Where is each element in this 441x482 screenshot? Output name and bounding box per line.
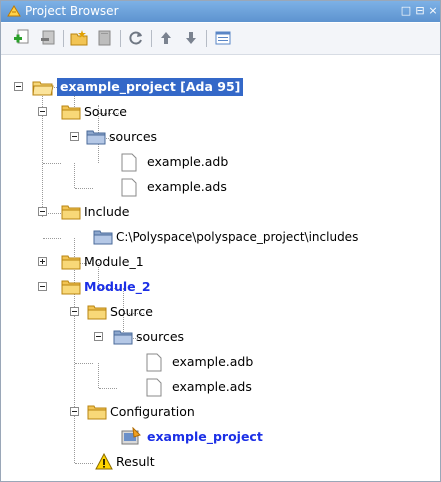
restore-icon[interactable]: □ bbox=[400, 5, 412, 17]
collapse-icon[interactable] bbox=[94, 332, 103, 341]
page-icon[interactable] bbox=[96, 29, 114, 47]
folder-icon bbox=[87, 404, 107, 426]
toolbar-separator bbox=[63, 30, 64, 47]
file-icon bbox=[146, 353, 162, 378]
tree-label-configuration: Configuration bbox=[110, 404, 195, 419]
tree-label-result: Result bbox=[116, 454, 155, 469]
tree-label-sources: sources bbox=[136, 329, 185, 344]
collapse-icon[interactable] bbox=[38, 107, 47, 116]
tree-label-source: Source bbox=[84, 104, 127, 119]
folder-icon bbox=[61, 254, 81, 276]
collapse-icon[interactable] bbox=[70, 307, 79, 316]
link-folder-icon bbox=[86, 129, 106, 151]
tree-label-config: example_project bbox=[147, 429, 263, 444]
file-icon bbox=[121, 153, 137, 178]
move-down-icon[interactable] bbox=[182, 29, 200, 47]
folder-icon bbox=[61, 279, 81, 301]
collapse-icon[interactable] bbox=[38, 207, 47, 216]
configuration-icon bbox=[121, 426, 141, 453]
pin-icon[interactable]: ⊟ bbox=[414, 5, 426, 17]
collapse-icon[interactable] bbox=[70, 132, 79, 141]
link-folder-icon bbox=[113, 329, 133, 351]
folder-icon bbox=[61, 104, 81, 126]
tree-label-file: example.ads bbox=[147, 179, 227, 194]
tree-item-config[interactable]: example_project bbox=[1, 426, 440, 447]
tree-item-include[interactable]: Include bbox=[1, 202, 440, 222]
tree-item-source[interactable]: Source bbox=[1, 302, 440, 322]
tree-label-file: example.ads bbox=[172, 379, 252, 394]
tree-item-file[interactable]: example.adb bbox=[1, 352, 440, 372]
link-folder-icon bbox=[93, 229, 113, 251]
toolbar bbox=[1, 23, 440, 55]
tree-label-module1: Module_1 bbox=[84, 254, 144, 269]
tree-label-include: Include bbox=[84, 204, 130, 219]
collapse-icon[interactable] bbox=[70, 407, 79, 416]
folder-icon bbox=[87, 304, 107, 326]
tree-item-module1[interactable]: Module_1 bbox=[1, 252, 440, 272]
toolbar-separator bbox=[206, 30, 207, 47]
tree-item-file[interactable]: example.adb bbox=[1, 152, 440, 172]
folder-icon bbox=[61, 204, 81, 226]
file-icon bbox=[146, 378, 162, 403]
window-title: Project Browser bbox=[25, 4, 119, 18]
tree-label-sources: sources bbox=[109, 129, 158, 144]
project-folder-icon bbox=[32, 79, 54, 102]
tree-item-module2[interactable]: Module_2 bbox=[1, 277, 440, 297]
tree-item-include-path[interactable]: C:\Polyspace\polyspace_project\includes bbox=[1, 227, 440, 247]
tree-item-file[interactable]: example.ads bbox=[1, 377, 440, 397]
tree-item-source[interactable]: Source bbox=[1, 102, 440, 122]
tree-label-project: example_project [Ada 95] bbox=[57, 78, 244, 96]
file-icon bbox=[121, 178, 137, 203]
tree-label-include-path: C:\Polyspace\polyspace_project\includes bbox=[116, 230, 359, 244]
new-folder-icon[interactable] bbox=[70, 29, 88, 47]
tree-item-project[interactable]: example_project [Ada 95] bbox=[1, 77, 440, 97]
tree-label-file: example.adb bbox=[147, 154, 229, 169]
move-up-icon[interactable] bbox=[157, 29, 175, 47]
warning-icon bbox=[95, 452, 113, 476]
tree-item-sources[interactable]: sources bbox=[1, 327, 440, 347]
project-browser-icon bbox=[6, 4, 22, 18]
project-tree: example_project [Ada 95] Source sources … bbox=[1, 55, 440, 481]
title-bar: Project Browser □ ⊟ × bbox=[1, 1, 440, 22]
tree-item-result[interactable]: Result bbox=[1, 452, 440, 472]
tree-item-sources[interactable]: sources bbox=[1, 127, 440, 147]
toolbar-separator bbox=[120, 30, 121, 47]
close-icon[interactable]: × bbox=[427, 5, 439, 17]
toolbar-separator bbox=[151, 30, 152, 47]
tree-item-file[interactable]: example.ads bbox=[1, 177, 440, 197]
project-browser-panel: Project Browser □ ⊟ × example_project [A… bbox=[0, 0, 441, 482]
tree-label-module2: Module_2 bbox=[84, 279, 151, 294]
collapse-icon[interactable] bbox=[14, 82, 23, 91]
tree-label-source: Source bbox=[110, 304, 153, 319]
tree-item-configuration[interactable]: Configuration bbox=[1, 402, 440, 422]
expand-icon[interactable] bbox=[38, 257, 47, 266]
refresh-icon[interactable] bbox=[127, 29, 145, 47]
collapse-icon[interactable] bbox=[38, 282, 47, 291]
tree-label-file: example.adb bbox=[172, 354, 254, 369]
properties-icon[interactable] bbox=[214, 29, 232, 47]
remove-icon[interactable] bbox=[39, 29, 57, 47]
add-source-icon[interactable] bbox=[13, 29, 31, 47]
